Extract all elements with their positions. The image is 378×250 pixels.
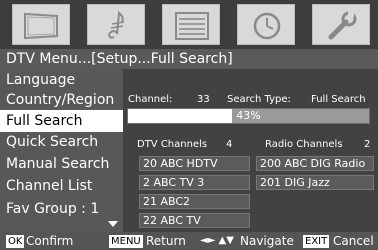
tv-icon[interactable] [12, 4, 70, 45]
dtv-channel-item[interactable]: 20 ABC HDTV [139, 156, 250, 171]
return-label: Return [146, 234, 186, 248]
channel-label: Channel: [128, 94, 173, 105]
menu-item-language[interactable]: Language [0, 69, 123, 91]
clock-icon[interactable] [237, 4, 295, 45]
menu-item-manual-search[interactable]: Manual Search [0, 153, 123, 175]
menu-key: MENU [109, 235, 143, 248]
navigate-label: Navigate [240, 234, 294, 248]
search-type-value: Full Search [311, 94, 366, 105]
music-note-icon[interactable] [87, 4, 145, 45]
setup-menu: Language Country/Region Full Search Quic… [0, 69, 123, 232]
menu-item-country-region[interactable]: Country/Region [0, 89, 123, 111]
dtv-channels-count: 4 [226, 139, 233, 150]
search-type-label: Search Type: [227, 94, 291, 105]
scroll-down-arrow-icon[interactable] [108, 221, 118, 227]
radio-channel-item[interactable]: 201 DIG Jazz [256, 175, 374, 190]
list-grid-icon[interactable] [162, 4, 220, 45]
exit-key: EXIT [303, 235, 330, 248]
channel-value: 33 [197, 94, 210, 105]
dtv-channel-item[interactable]: 22 ABC TV [139, 213, 250, 228]
dtv-channels-label: DTV Channels [137, 139, 208, 150]
search-progress-bar: 43% [127, 108, 370, 124]
dtv-channel-item[interactable]: 2 ABC TV 3 [139, 175, 250, 190]
menu-item-quick-search[interactable]: Quick Search [0, 131, 123, 153]
top-icon-bar [0, 0, 378, 49]
menu-item-channel-list[interactable]: Channel List [0, 175, 123, 197]
ok-key: OK [6, 235, 25, 248]
cancel-label: Cancel [333, 234, 374, 248]
help-bar: OK Confirm MENU Return ◄► ▲▼ Navigate EX… [0, 232, 378, 250]
navigate-arrows-icon: ◄► ▲▼ [200, 235, 234, 246]
menu-item-fav-group[interactable]: Fav Group : 1 [0, 198, 123, 220]
radio-channel-item[interactable]: 200 ABC DIG Radio [256, 156, 374, 171]
dtv-menu-screen: DTV Menu...[Setup...Full Search] Languag… [0, 0, 378, 250]
confirm-label: Confirm [26, 234, 74, 248]
wrench-icon[interactable] [312, 4, 370, 45]
progress-percent: 43% [236, 109, 261, 122]
breadcrumb: DTV Menu...[Setup...Full Search] [0, 49, 378, 69]
dtv-channel-item[interactable]: 21 ABC2 [139, 194, 250, 209]
menu-item-full-search[interactable]: Full Search [0, 110, 123, 132]
radio-channels-count: 2 [364, 139, 371, 150]
radio-channels-label: Radio Channels [265, 139, 343, 150]
